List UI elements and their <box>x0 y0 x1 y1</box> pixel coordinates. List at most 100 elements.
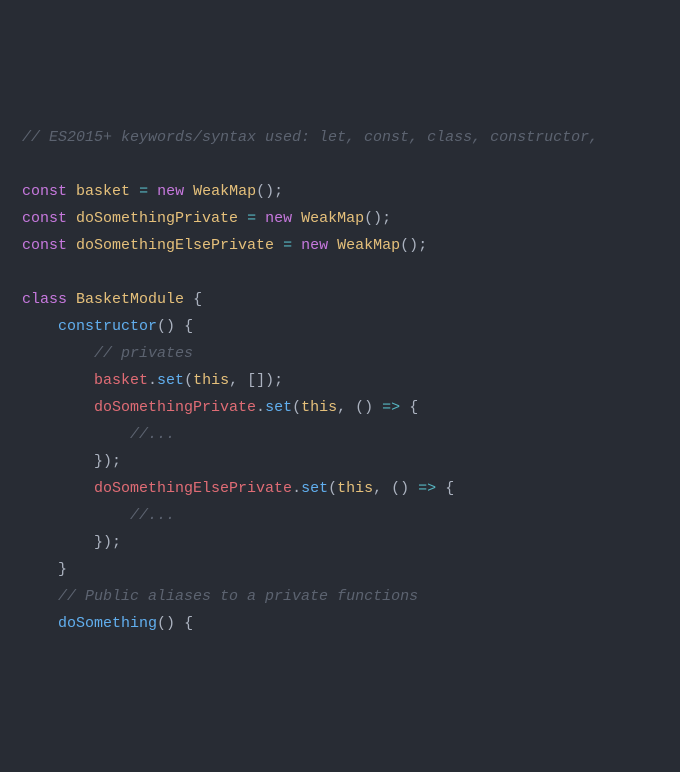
code-token: } <box>58 561 67 578</box>
code-line <box>22 151 658 178</box>
code-token: doSomethingPrivate <box>76 210 238 227</box>
code-token <box>22 615 58 632</box>
code-line: // privates <box>22 340 658 367</box>
code-token: ; <box>112 453 121 470</box>
code-token <box>22 588 58 605</box>
code-token: set <box>157 372 184 389</box>
code-token: . <box>256 399 265 416</box>
code-token: () <box>400 237 418 254</box>
code-token: ) <box>265 372 274 389</box>
code-token: // ES2015+ keywords/syntax used: let, co… <box>22 129 598 146</box>
code-line: const doSomethingElsePrivate = new WeakM… <box>22 232 658 259</box>
code-token: } <box>94 534 103 551</box>
code-token <box>274 237 283 254</box>
code-token <box>400 399 409 416</box>
code-line: //... <box>22 502 658 529</box>
code-token: constructor <box>58 318 157 335</box>
code-token: { <box>193 291 202 308</box>
code-token <box>22 345 94 362</box>
code-token: this <box>301 399 337 416</box>
code-token <box>292 237 301 254</box>
code-line: const doSomethingPrivate = new WeakMap()… <box>22 205 658 232</box>
code-line: }); <box>22 529 658 556</box>
code-line: doSomethingPrivate.set(this, () => { <box>22 394 658 421</box>
code-token: ( <box>184 372 193 389</box>
code-token <box>328 237 337 254</box>
code-line: // ES2015+ keywords/syntax used: let, co… <box>22 124 658 151</box>
code-token: ; <box>112 534 121 551</box>
code-token: , <box>373 480 391 497</box>
code-token: , <box>229 372 247 389</box>
code-token: WeakMap <box>337 237 400 254</box>
code-line: doSomethingElsePrivate.set(this, () => { <box>22 475 658 502</box>
code-token: class <box>22 291 67 308</box>
code-line: //... <box>22 421 658 448</box>
code-token <box>22 318 58 335</box>
code-token: . <box>292 480 301 497</box>
code-token: { <box>184 318 193 335</box>
code-token: = <box>283 237 292 254</box>
code-token: this <box>337 480 373 497</box>
code-token: doSomething <box>58 615 157 632</box>
code-token: } <box>94 453 103 470</box>
code-token: // privates <box>94 345 193 362</box>
code-token: ) <box>103 453 112 470</box>
code-token <box>409 480 418 497</box>
code-token: = <box>139 183 148 200</box>
code-token <box>22 534 94 551</box>
code-token: set <box>265 399 292 416</box>
code-token: () <box>364 210 382 227</box>
code-token: basket <box>76 183 130 200</box>
code-token <box>22 507 130 524</box>
code-token: //... <box>130 507 175 524</box>
code-token: { <box>184 615 193 632</box>
code-token <box>67 291 76 308</box>
code-token: ( <box>328 480 337 497</box>
code-token <box>67 183 76 200</box>
code-token: , <box>337 399 355 416</box>
code-line: class BasketModule { <box>22 286 658 313</box>
code-token: () <box>256 183 274 200</box>
code-token: . <box>148 372 157 389</box>
code-token <box>184 291 193 308</box>
code-token <box>22 399 94 416</box>
code-token: { <box>445 480 454 497</box>
code-line: basket.set(this, []); <box>22 367 658 394</box>
code-line: } <box>22 556 658 583</box>
code-token: ; <box>274 183 283 200</box>
code-token: WeakMap <box>301 210 364 227</box>
code-token: doSomethingElsePrivate <box>76 237 274 254</box>
code-token: new <box>301 237 328 254</box>
code-token: WeakMap <box>193 183 256 200</box>
code-token: () <box>157 615 175 632</box>
code-token: => <box>382 399 400 416</box>
code-token: set <box>301 480 328 497</box>
code-token: this <box>193 372 229 389</box>
code-token: basket <box>94 372 148 389</box>
code-token: [] <box>247 372 265 389</box>
code-token: doSomethingPrivate <box>94 399 256 416</box>
code-token <box>436 480 445 497</box>
code-token: ( <box>292 399 301 416</box>
code-token: () <box>157 318 175 335</box>
code-block: // ES2015+ keywords/syntax used: let, co… <box>22 124 658 637</box>
code-token <box>22 453 94 470</box>
code-line: constructor() { <box>22 313 658 340</box>
code-token <box>130 183 139 200</box>
code-token: = <box>247 210 256 227</box>
code-token: ) <box>103 534 112 551</box>
code-token: new <box>157 183 184 200</box>
code-token <box>22 426 130 443</box>
code-token: ; <box>382 210 391 227</box>
code-token <box>256 210 265 227</box>
code-token: ; <box>418 237 427 254</box>
code-token <box>238 210 247 227</box>
code-token <box>148 183 157 200</box>
code-token: => <box>418 480 436 497</box>
code-line <box>22 259 658 286</box>
code-token: BasketModule <box>76 291 184 308</box>
code-token: new <box>265 210 292 227</box>
code-token <box>175 615 184 632</box>
code-line: }); <box>22 448 658 475</box>
code-token: ; <box>274 372 283 389</box>
